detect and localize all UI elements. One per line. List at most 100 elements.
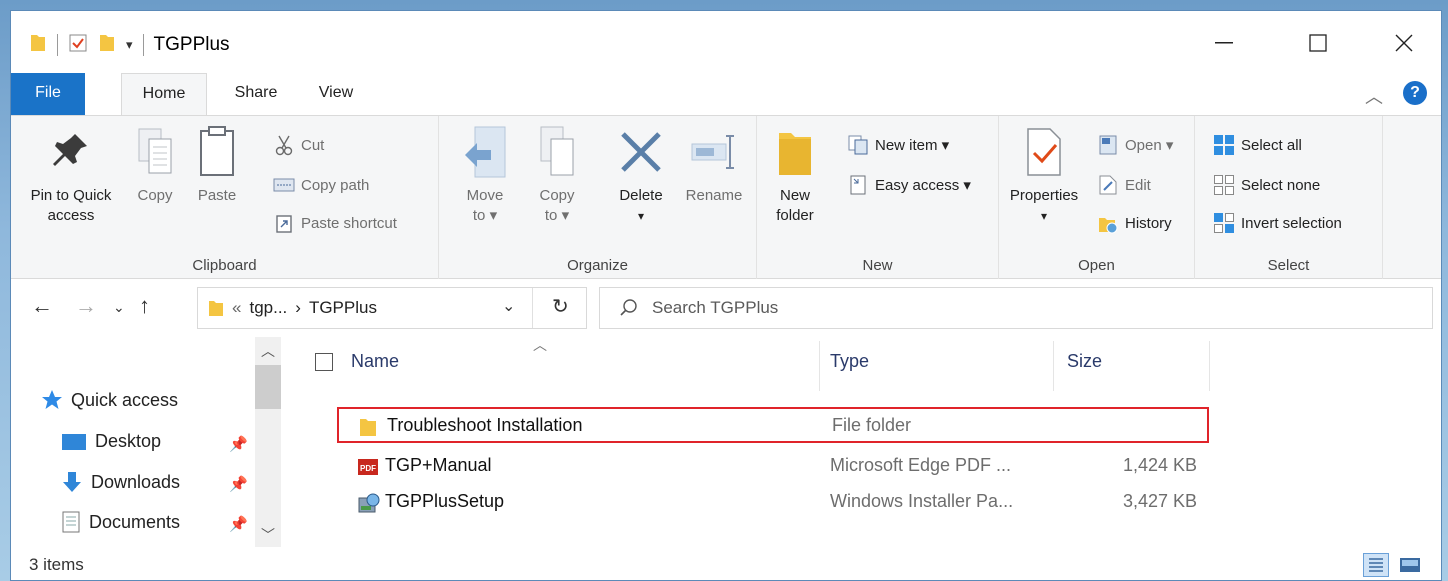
column-header-name[interactable]: Name bbox=[351, 351, 399, 372]
divider bbox=[142, 34, 144, 56]
address-history-chevron-icon[interactable]: ⌄ bbox=[502, 296, 515, 316]
paste-shortcut-label: Paste shortcut bbox=[301, 214, 397, 232]
breadcrumb-tgpplus[interactable]: TGPPlus bbox=[309, 298, 377, 318]
tab-file[interactable]: File bbox=[11, 73, 85, 115]
move-to-button[interactable]: Move to ▾ bbox=[457, 122, 513, 226]
scissors-icon bbox=[273, 134, 295, 156]
new-group: New folder New item ▾ Easy access ▾ New bbox=[757, 116, 999, 280]
select-all-icon bbox=[1213, 134, 1235, 156]
select-none-button[interactable]: Select none bbox=[1213, 172, 1320, 198]
cut-label: Cut bbox=[301, 136, 325, 154]
invert-selection-button[interactable]: Invert selection bbox=[1213, 210, 1342, 236]
open-button[interactable]: Open ▾ bbox=[1097, 132, 1173, 158]
select-none-icon bbox=[1213, 174, 1235, 196]
new-folder-icon[interactable] bbox=[98, 33, 116, 58]
nav-item-downloads[interactable]: Downloads bbox=[61, 471, 180, 493]
file-type: File folder bbox=[832, 415, 912, 435]
close-button[interactable] bbox=[1381, 25, 1427, 61]
properties-check-icon[interactable] bbox=[68, 33, 88, 58]
paste-shortcut-button[interactable]: Paste shortcut bbox=[273, 210, 397, 236]
recent-locations-chevron-icon[interactable]: ⌄ bbox=[113, 299, 125, 316]
desktop-icon bbox=[61, 432, 87, 452]
maximize-button[interactable] bbox=[1295, 25, 1341, 61]
clipboard-group: Pin to Quick access Copy Paste Cut Copy … bbox=[11, 116, 439, 280]
minimize-button[interactable] bbox=[1201, 25, 1247, 61]
scrollbar-thumb[interactable] bbox=[255, 365, 281, 409]
new-group-label: New bbox=[862, 257, 893, 274]
table-row[interactable]: PDF TGP+Manual Microsoft Edge PDF ... 1,… bbox=[337, 449, 1209, 485]
search-box[interactable]: Search TGPPlus bbox=[599, 287, 1433, 329]
delete-button[interactable]: Delete ▾ bbox=[611, 122, 671, 226]
select-all-checkbox[interactable] bbox=[315, 353, 333, 371]
help-icon[interactable]: ? bbox=[1403, 81, 1427, 105]
new-item-button[interactable]: New item ▾ bbox=[847, 132, 949, 158]
nav-pane-scrollbar[interactable]: ︿ ﹀ bbox=[255, 337, 281, 547]
rename-label: Rename bbox=[685, 187, 743, 204]
easy-access-button[interactable]: Easy access ▾ bbox=[847, 172, 971, 198]
refresh-icon[interactable]: ↻ bbox=[552, 294, 569, 319]
new-folder-label-line2: folder bbox=[776, 207, 814, 224]
tab-share[interactable]: Share bbox=[221, 73, 291, 115]
select-all-label: Select all bbox=[1241, 136, 1302, 154]
invert-selection-label: Invert selection bbox=[1241, 214, 1342, 232]
customize-toolbar-chevron-icon[interactable]: ▾ bbox=[126, 37, 133, 53]
properties-button[interactable]: Properties ▾ bbox=[1005, 122, 1083, 226]
edit-icon bbox=[1097, 174, 1119, 196]
column-divider[interactable] bbox=[1209, 341, 1210, 391]
table-row[interactable]: Troubleshoot Installation File folder bbox=[337, 407, 1209, 443]
breadcrumb-tgp[interactable]: tgp... bbox=[249, 298, 287, 318]
nav-item-documents[interactable]: Documents bbox=[61, 511, 180, 533]
copy-path-button[interactable]: Copy path bbox=[273, 172, 369, 198]
pin-to-quick-access-button[interactable]: Pin to Quick access bbox=[21, 122, 121, 226]
nav-item-quick-access[interactable]: Quick access bbox=[41, 389, 178, 411]
back-arrow-icon[interactable]: ← bbox=[31, 293, 53, 319]
scroll-down-chevron-icon[interactable]: ﹀ bbox=[261, 525, 275, 545]
large-icons-view-button[interactable] bbox=[1397, 553, 1423, 577]
easy-access-label: Easy access ▾ bbox=[875, 177, 971, 194]
paste-button[interactable]: Paste bbox=[189, 122, 245, 206]
minimize-ribbon-chevron-icon[interactable]: ︿ bbox=[1365, 83, 1383, 109]
cut-button[interactable]: Cut bbox=[273, 132, 324, 158]
clipboard-group-label: Clipboard bbox=[192, 257, 257, 274]
open-label: Open ▾ bbox=[1125, 137, 1174, 154]
column-header-size[interactable]: Size bbox=[1067, 351, 1102, 372]
sort-ascending-chevron-icon[interactable]: ︿ bbox=[533, 335, 547, 355]
breadcrumb-overflow[interactable]: « bbox=[232, 298, 241, 318]
pin-label-line1: Pin to Quick bbox=[30, 187, 112, 204]
nav-item-label: Downloads bbox=[91, 471, 181, 492]
tab-home[interactable]: Home bbox=[121, 73, 207, 116]
up-arrow-icon[interactable]: ↑ bbox=[139, 293, 150, 319]
scroll-up-chevron-icon[interactable]: ︿ bbox=[261, 341, 275, 361]
edit-button[interactable]: Edit bbox=[1097, 172, 1151, 198]
column-divider[interactable] bbox=[1053, 341, 1054, 391]
new-folder-button[interactable]: New folder bbox=[767, 122, 823, 226]
file-name: TGPPlusSetup bbox=[385, 491, 505, 511]
file-list: ︿ Name Type Size Troubleshoot Installati… bbox=[297, 337, 1437, 547]
table-row[interactable]: TGPPlusSetup Windows Installer Pa... 3,4… bbox=[337, 485, 1209, 521]
file-type: Microsoft Edge PDF ... bbox=[830, 455, 1012, 475]
select-all-button[interactable]: Select all bbox=[1213, 132, 1302, 158]
window-title: TGPPlus bbox=[153, 34, 230, 55]
forward-arrow-icon[interactable]: → bbox=[75, 293, 97, 319]
file-name: Troubleshoot Installation bbox=[387, 415, 583, 435]
details-view-button[interactable] bbox=[1363, 553, 1389, 577]
installer-icon bbox=[357, 492, 380, 514]
address-bar[interactable]: « tgp... › TGPPlus ⌄ ↻ bbox=[197, 287, 587, 329]
properties-dropdown-chevron-icon[interactable]: ▾ bbox=[1041, 206, 1047, 226]
file-type: Windows Installer Pa... bbox=[830, 491, 1014, 511]
history-button[interactable]: History bbox=[1097, 210, 1172, 236]
nav-item-desktop[interactable]: Desktop bbox=[61, 431, 161, 452]
new-item-label: New item ▾ bbox=[875, 137, 950, 154]
column-header-type[interactable]: Type bbox=[830, 351, 869, 372]
copy-to-button[interactable]: Copy to ▾ bbox=[529, 122, 585, 226]
breadcrumb-separator[interactable]: › bbox=[295, 298, 301, 318]
delete-dropdown-chevron-icon[interactable]: ▾ bbox=[638, 206, 644, 226]
rename-button[interactable]: Rename bbox=[679, 122, 749, 206]
tab-view[interactable]: View bbox=[305, 73, 367, 115]
copy-to-icon bbox=[533, 122, 581, 182]
copy-button[interactable]: Copy bbox=[127, 122, 183, 206]
file-size: 3,427 KB bbox=[1122, 491, 1197, 511]
pin-icon bbox=[47, 122, 95, 182]
status-bar: 3 items bbox=[11, 547, 1441, 580]
column-divider[interactable] bbox=[819, 341, 820, 391]
